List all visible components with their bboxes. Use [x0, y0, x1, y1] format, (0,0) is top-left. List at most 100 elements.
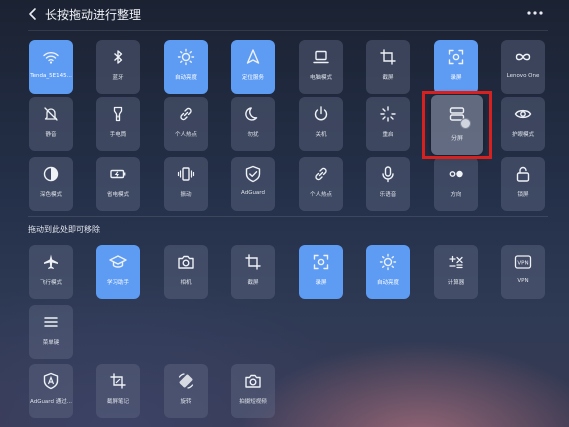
tile-vibrate[interactable]: 振动 [164, 157, 208, 211]
tile-screen-record[interactable]: 录屏 [434, 40, 478, 94]
tile-label: 护眼模式 [511, 132, 534, 138]
tile-label: 飞行模式 [39, 280, 62, 286]
tile-label: 学习助手 [106, 280, 129, 286]
tile-infinity[interactable]: Lenovo One [501, 40, 545, 94]
crop-icon [378, 47, 398, 67]
more-options-icon[interactable] [525, 5, 545, 21]
tile-brightness[interactable]: 自动亮度 [366, 245, 410, 299]
tile-contrast[interactable]: 深色模式 [29, 157, 73, 211]
tile-link[interactable]: 个人热点 [164, 97, 208, 151]
link-icon [176, 104, 196, 124]
microphone-icon [378, 164, 398, 184]
vibrate-icon [176, 164, 196, 184]
tile-label: 个人热点 [309, 192, 332, 198]
header-bar: 长按拖动进行整理 [0, 0, 569, 28]
tile-location[interactable]: 定位服务 [231, 40, 275, 94]
link-icon [311, 164, 331, 184]
tile-label: 勿扰 [247, 132, 259, 138]
brightness-icon [176, 47, 196, 67]
tile-label: 录屏 [450, 75, 462, 81]
tile-power[interactable]: 关机 [299, 97, 343, 151]
tile-label: 自动亮度 [174, 75, 197, 81]
tile-label: 截屏 [382, 75, 394, 81]
tile-battery[interactable]: 省电模式 [96, 157, 140, 211]
tile-crop[interactable]: 截屏 [366, 40, 410, 94]
tile-toggle[interactable]: 方向 [434, 157, 478, 211]
tile-menu[interactable]: 菜单键 [29, 305, 73, 359]
flashlight-icon [108, 104, 128, 124]
tile-screenshot-note[interactable]: 截屏笔记 [96, 364, 140, 418]
tile-camera[interactable]: 相机 [164, 245, 208, 299]
camera-icon [176, 252, 196, 272]
tile-label: 截屏 [247, 280, 259, 286]
tile-label: 关机 [315, 132, 327, 138]
eye-icon [513, 104, 533, 124]
tile-camera[interactable]: 拍摄短视频 [231, 364, 275, 418]
restart-icon [378, 104, 398, 124]
calculator-icon [446, 252, 466, 272]
vpn-icon: VPN [513, 252, 533, 272]
screenshot-note-icon [108, 371, 128, 391]
tile-crop[interactable]: 截屏 [231, 245, 275, 299]
graduation-cap-icon [108, 252, 128, 272]
tile-label: VPN [517, 278, 529, 284]
airplane-icon [41, 252, 61, 272]
tile-label: 拍摄短视频 [239, 399, 267, 405]
tile-vpn[interactable]: VPN VPN [501, 245, 545, 299]
tile-shield-a[interactable]: AdGuard 通过... [29, 364, 73, 418]
toggle-icon [446, 164, 466, 184]
tile-microphone[interactable]: 乐语音 [366, 157, 410, 211]
tile-label: 锁屏 [517, 192, 529, 198]
tile-shield-check[interactable]: AdGuard [231, 157, 275, 211]
tile-label: AdGuard [241, 190, 265, 196]
laptop-icon [311, 47, 331, 67]
tile-rotate[interactable]: 旋转 [164, 364, 208, 418]
tile-label: 深色模式 [39, 192, 62, 198]
shield-a-icon [41, 371, 61, 391]
tile-calculator[interactable]: 计算器 [434, 245, 478, 299]
tile-laptop[interactable]: 电脑模式 [299, 40, 343, 94]
tile-label: 计算器 [447, 280, 465, 286]
moon-icon [243, 104, 263, 124]
back-chevron-icon[interactable] [25, 6, 41, 22]
tile-screen-record[interactable]: 录屏 [299, 245, 343, 299]
menu-icon [41, 312, 61, 332]
tile-eye[interactable]: 护眼模式 [501, 97, 545, 151]
contrast-icon [41, 164, 61, 184]
tile-label: 相机 [180, 280, 192, 286]
tile-wifi[interactable]: Tenda_5E145... [29, 40, 73, 94]
tile-label: 重启 [382, 132, 394, 138]
tile-label: 截屏笔记 [106, 399, 129, 405]
location-icon [243, 47, 263, 67]
tile-graduation-cap[interactable]: 学习助手 [96, 245, 140, 299]
brightness-icon [378, 252, 398, 272]
shield-check-icon [243, 164, 263, 184]
bluetooth-icon [108, 47, 128, 67]
tile-label: 录屏 [315, 280, 327, 286]
tile-mute-bell[interactable]: 静音 [29, 97, 73, 151]
battery-icon [108, 164, 128, 184]
tile-label: 自动亮度 [376, 280, 399, 286]
tile-airplane[interactable]: 飞行模式 [29, 245, 73, 299]
tile-brightness[interactable]: 自动亮度 [164, 40, 208, 94]
tile-moon[interactable]: 勿扰 [231, 97, 275, 151]
tile-lock[interactable]: 锁屏 [501, 157, 545, 211]
infinity-icon [513, 47, 533, 67]
tile-link[interactable]: 个人热点 [299, 157, 343, 211]
tile-label: 定位服务 [241, 75, 264, 81]
tile-label: 旋转 [180, 399, 192, 405]
tile-label: Lenovo One [506, 73, 540, 79]
mute-bell-icon [41, 104, 61, 124]
tile-restart[interactable]: 重启 [366, 97, 410, 151]
tile-label: 静音 [45, 132, 57, 138]
crop-icon [243, 252, 263, 272]
tile-flashlight[interactable]: 手电筒 [96, 97, 140, 151]
tile-label: 个人热点 [174, 132, 197, 138]
tile-label: 菜单键 [42, 340, 60, 346]
lock-icon [513, 164, 533, 184]
tile-label: Tenda_5E145... [30, 73, 72, 79]
page-title: 长按拖动进行整理 [45, 8, 142, 22]
tile-label: 蓝牙 [112, 75, 124, 81]
rotate-icon [176, 371, 196, 391]
tile-bluetooth[interactable]: 蓝牙 [96, 40, 140, 94]
